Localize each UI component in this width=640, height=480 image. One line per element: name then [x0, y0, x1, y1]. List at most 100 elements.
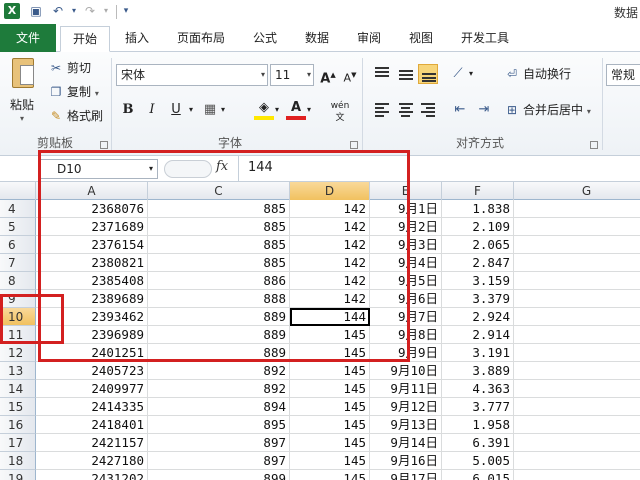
align-top-icon[interactable] [372, 64, 392, 84]
row-header[interactable]: 9 [0, 290, 36, 308]
cell-g[interactable]: 41 [514, 452, 640, 470]
redo-dropdown-icon[interactable]: ▾ [98, 3, 114, 19]
number-format-combo[interactable]: 常规 [606, 64, 640, 86]
column-header-g[interactable]: G [514, 182, 640, 200]
undo-dropdown-icon[interactable]: ▾ [66, 3, 82, 19]
increase-indent-icon[interactable]: ⇥ [474, 100, 494, 120]
row-header[interactable]: 7 [0, 254, 36, 272]
cell-a[interactable]: 2409977 [36, 380, 148, 398]
align-center-icon[interactable] [396, 100, 416, 120]
cell-e[interactable]: 9月8日 [370, 326, 442, 344]
font-name-combo[interactable]: 宋体 ▾ [116, 64, 268, 86]
tab-developer[interactable]: 开发工具 [452, 26, 518, 52]
cell-c[interactable]: 885 [148, 236, 290, 254]
tab-page-layout[interactable]: 页面布局 [168, 26, 234, 52]
underline-button[interactable]: U [166, 100, 186, 120]
cell-c[interactable]: 885 [148, 254, 290, 272]
cell-d[interactable]: 142 [290, 236, 370, 254]
underline-dropdown-icon[interactable]: ▾ [186, 100, 196, 120]
cell-d[interactable]: 142 [290, 254, 370, 272]
cell-f[interactable]: 2.924 [442, 308, 514, 326]
align-right-icon[interactable] [418, 100, 438, 120]
cell-e[interactable]: 9月14日 [370, 434, 442, 452]
cell-g[interactable]: 60 [514, 434, 640, 452]
cell-a[interactable]: 2368076 [36, 200, 148, 218]
cell-f[interactable]: 3.777 [442, 398, 514, 416]
cell-f[interactable]: 3.159 [442, 272, 514, 290]
align-left-icon[interactable] [372, 100, 392, 120]
select-all-corner[interactable] [0, 182, 36, 200]
cell-c[interactable]: 889 [148, 326, 290, 344]
font-size-combo[interactable]: 11 ▾ [270, 64, 314, 86]
cell-d[interactable]: 145 [290, 470, 370, 480]
cell-a[interactable]: 2371689 [36, 218, 148, 236]
row-header[interactable]: 12 [0, 344, 36, 362]
cell-g[interactable]: 46 [514, 236, 640, 254]
cell-f[interactable]: 2.109 [442, 218, 514, 236]
clipboard-launcher-icon[interactable] [100, 141, 108, 149]
cell-a[interactable]: 2427180 [36, 452, 148, 470]
cell-d[interactable]: 142 [290, 272, 370, 290]
cell-d[interactable]: 145 [290, 398, 370, 416]
cell-d[interactable]: 145 [290, 362, 370, 380]
cell-c[interactable]: 894 [148, 398, 290, 416]
cell-f[interactable]: 2.847 [442, 254, 514, 272]
row-header[interactable]: 15 [0, 398, 36, 416]
cell-c[interactable]: 892 [148, 380, 290, 398]
cell-c[interactable]: 886 [148, 272, 290, 290]
row-header[interactable]: 14 [0, 380, 36, 398]
cell-a[interactable]: 2418401 [36, 416, 148, 434]
cell-e[interactable]: 9月1日 [370, 200, 442, 218]
insert-function-icon[interactable]: fx [216, 159, 228, 174]
alignment-launcher-icon[interactable] [590, 141, 598, 149]
column-header-e[interactable]: E [370, 182, 442, 200]
cell-a[interactable]: 2401251 [36, 344, 148, 362]
cell-a[interactable]: 2405723 [36, 362, 148, 380]
cell-e[interactable]: 9月7日 [370, 308, 442, 326]
row-header[interactable]: 19 [0, 470, 36, 480]
cell-d[interactable]: 145 [290, 452, 370, 470]
row-header[interactable]: 16 [0, 416, 36, 434]
cell-e[interactable]: 9月6日 [370, 290, 442, 308]
cell-a[interactable]: 2396989 [36, 326, 148, 344]
cell-g[interactable]: 42 [514, 326, 640, 344]
tab-review[interactable]: 审阅 [348, 26, 390, 52]
undo-icon[interactable]: ↶ [50, 3, 66, 19]
cell-e[interactable]: 9月12日 [370, 398, 442, 416]
cell-d[interactable]: 145 [290, 380, 370, 398]
tab-file[interactable]: 文件 [0, 24, 56, 52]
cell-g[interactable]: 37 [514, 290, 640, 308]
borders-icon[interactable]: ▦ [200, 100, 220, 120]
cell-g[interactable]: 45 [514, 254, 640, 272]
cell-e[interactable]: 9月5日 [370, 272, 442, 290]
cell-c[interactable]: 895 [148, 416, 290, 434]
cell-a[interactable]: 2380821 [36, 254, 148, 272]
wrap-text-button[interactable]: ⏎ 自动换行 [504, 64, 571, 84]
cell-a[interactable]: 2421157 [36, 434, 148, 452]
cell-a[interactable]: 2389689 [36, 290, 148, 308]
column-header-c[interactable]: C [148, 182, 290, 200]
cell-d[interactable]: 142 [290, 218, 370, 236]
cell-c[interactable]: 888 [148, 290, 290, 308]
cell-g[interactable]: 40 [514, 398, 640, 416]
merge-dropdown-icon[interactable]: ▾ [587, 107, 591, 116]
row-header[interactable]: 11 [0, 326, 36, 344]
cell-d[interactable]: 145 [290, 326, 370, 344]
cell-g[interactable]: 43 [514, 380, 640, 398]
align-bottom-icon[interactable] [418, 64, 438, 84]
row-header[interactable]: 13 [0, 362, 36, 380]
cell-c[interactable]: 897 [148, 452, 290, 470]
cell-g[interactable]: 44 [514, 344, 640, 362]
cell-c[interactable]: 892 [148, 362, 290, 380]
cell-e[interactable]: 9月3日 [370, 236, 442, 254]
fill-color-dropdown-icon[interactable]: ▾ [272, 100, 282, 120]
cell-e[interactable]: 9月9日 [370, 344, 442, 362]
font-color-icon[interactable]: A [286, 98, 306, 120]
copy-button[interactable]: ❐ 复制 ▾ [48, 82, 99, 102]
row-header[interactable]: 10 [0, 308, 36, 326]
cell-d[interactable]: 142 [290, 200, 370, 218]
grow-font-button[interactable]: A▲ [318, 65, 338, 86]
row-header[interactable]: 5 [0, 218, 36, 236]
cell-g[interactable]: 36 [514, 200, 640, 218]
cell-a[interactable]: 2385408 [36, 272, 148, 290]
